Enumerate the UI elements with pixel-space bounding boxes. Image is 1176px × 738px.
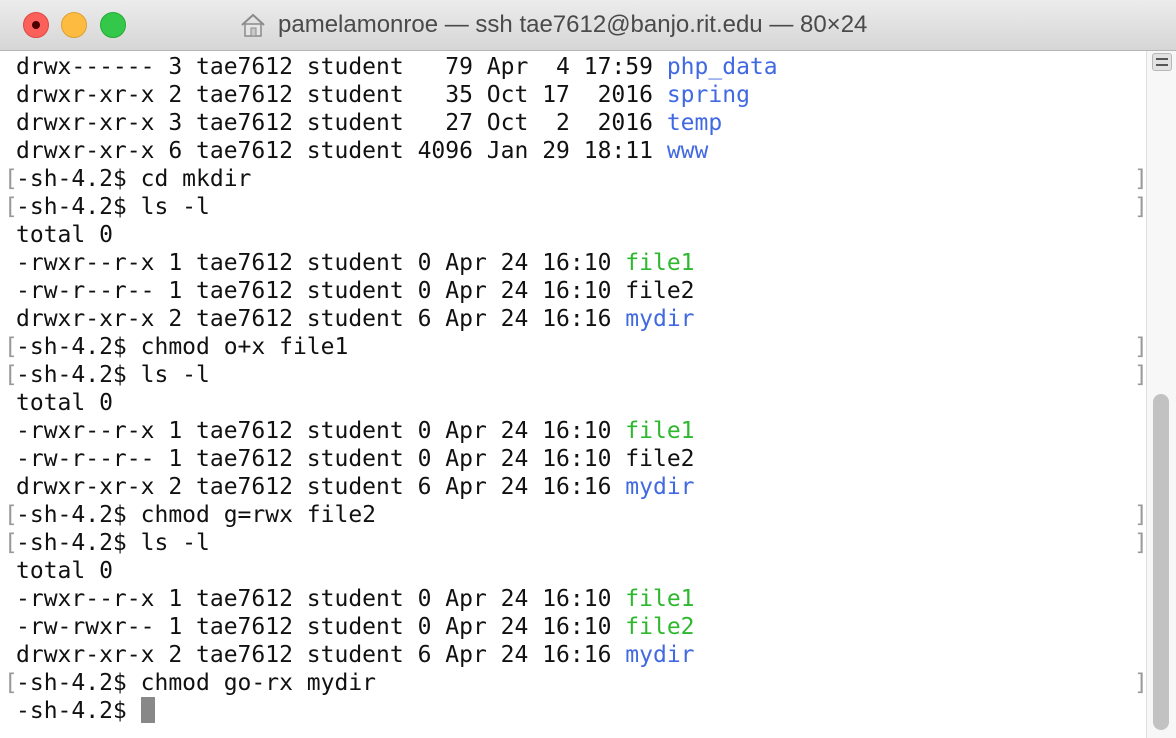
command-text: -sh-4.2$ ls -l bbox=[16, 194, 210, 220]
command-text: -sh-4.2$ chmod go-rx mydir bbox=[16, 670, 377, 696]
output-line: drwxr-xr-x 6 tae7612 student 4096 Jan 29… bbox=[0, 137, 1146, 165]
output-line: total 0 bbox=[0, 389, 1146, 417]
line-text: -rw-r--r-- 1 tae7612 student 0 Apr 24 16… bbox=[16, 445, 695, 473]
zoom-button[interactable] bbox=[100, 12, 126, 38]
line-text: -rwxr--r-x 1 tae7612 student 0 Apr 24 16… bbox=[16, 585, 695, 613]
command-text: -sh-4.2$ cd mkdir bbox=[16, 166, 252, 192]
command-line: [] -sh-4.2$ cd mkdir bbox=[0, 165, 1148, 193]
title-bar[interactable]: pamelamonroe — ssh tae7612@banjo.rit.edu… bbox=[0, 0, 1176, 51]
listing-text: total 0 bbox=[16, 222, 113, 248]
listing-text: -rwxr--r-x 1 tae7612 student 0 Apr 24 16… bbox=[16, 586, 626, 612]
line-text: drwxr-xr-x 2 tae7612 student 6 Apr 24 16… bbox=[16, 473, 695, 501]
listing-text: -rwxr--r-x 1 tae7612 student 0 Apr 24 16… bbox=[16, 250, 626, 276]
file-name: file1 bbox=[625, 418, 695, 444]
command-line: [] -sh-4.2$ chmod g=rwx file2 bbox=[0, 501, 1148, 529]
output-line: drwx------ 3 tae7612 student 79 Apr 4 17… bbox=[0, 53, 1146, 81]
line-text: drwxr-xr-x 2 tae7612 student 35 Oct 17 2… bbox=[16, 81, 750, 109]
listing-text: -rw-rwxr-- 1 tae7612 student 0 Apr 24 16… bbox=[16, 614, 626, 640]
command-line: [] -sh-4.2$ ls -l bbox=[0, 193, 1148, 221]
split-pane-button[interactable] bbox=[1152, 53, 1172, 71]
line-text: -rwxr--r-x 1 tae7612 student 0 Apr 24 16… bbox=[16, 249, 695, 277]
command-text: -sh-4.2$ chmod o+x file1 bbox=[16, 334, 349, 360]
output-line: -rwxr--r-x 1 tae7612 student 0 Apr 24 16… bbox=[0, 585, 1146, 613]
listing-text: total 0 bbox=[16, 390, 113, 416]
listing-text: total 0 bbox=[16, 558, 113, 584]
output-line: drwxr-xr-x 2 tae7612 student 6 Apr 24 16… bbox=[0, 305, 1146, 333]
line-text: -sh-4.2$ ls -l bbox=[16, 361, 210, 389]
file-name: file1 bbox=[625, 250, 695, 276]
file-name: file2 bbox=[625, 614, 695, 640]
output-line: -rw-rwxr-- 1 tae7612 student 0 Apr 24 16… bbox=[0, 613, 1146, 641]
line-text: -sh-4.2$ ls -l bbox=[16, 193, 210, 221]
line-text: -sh-4.2$ chmod go-rx mydir bbox=[16, 669, 376, 697]
file-name: file2 bbox=[625, 446, 695, 472]
command-text: -sh-4.2$ ls -l bbox=[16, 530, 210, 556]
output-line: drwxr-xr-x 2 tae7612 student 6 Apr 24 16… bbox=[0, 641, 1146, 669]
file-name: php_data bbox=[666, 54, 778, 80]
output-line: -rwxr--r-x 1 tae7612 student 0 Apr 24 16… bbox=[0, 249, 1146, 277]
terminal-output[interactable]: drwx------ 3 tae7612 student 79 Apr 4 17… bbox=[0, 51, 1148, 738]
listing-text: -rw-r--r-- 1 tae7612 student 0 Apr 24 16… bbox=[16, 446, 626, 472]
scrollbar-thumb[interactable] bbox=[1153, 394, 1169, 730]
line-text: -sh-4.2$ cd mkdir bbox=[16, 165, 251, 193]
close-button[interactable] bbox=[23, 12, 49, 38]
command-line: [] -sh-4.2$ chmod go-rx mydir bbox=[0, 669, 1148, 697]
file-name: file1 bbox=[625, 586, 695, 612]
file-name: mydir bbox=[625, 474, 695, 500]
line-text: total 0 bbox=[16, 557, 113, 585]
minimize-button[interactable] bbox=[61, 12, 87, 38]
command-line: [] -sh-4.2$ ls -l bbox=[0, 529, 1148, 557]
window-title-group: pamelamonroe — ssh tae7612@banjo.rit.edu… bbox=[240, 10, 867, 40]
line-text: drwxr-xr-x 3 tae7612 student 27 Oct 2 20… bbox=[16, 109, 722, 137]
line-text: -rw-rwxr-- 1 tae7612 student 0 Apr 24 16… bbox=[16, 613, 695, 641]
line-text: -sh-4.2$ ls -l bbox=[16, 529, 210, 557]
output-line: drwxr-xr-x 2 tae7612 student 6 Apr 24 16… bbox=[0, 473, 1146, 501]
line-text: -sh-4.2$ bbox=[16, 697, 155, 725]
file-name: mydir bbox=[625, 306, 695, 332]
command-line: [] -sh-4.2$ ls -l bbox=[0, 361, 1148, 389]
listing-text: drwxr-xr-x 2 tae7612 student 6 Apr 24 16… bbox=[16, 474, 626, 500]
listing-text: drwxr-xr-x 2 tae7612 student 6 Apr 24 16… bbox=[16, 642, 626, 668]
home-folder-icon bbox=[241, 13, 265, 37]
listing-text: drwxr-xr-x 2 tae7612 student 35 Oct 17 2… bbox=[16, 82, 667, 108]
listing-text: drwxr-xr-x 3 tae7612 student 27 Oct 2 20… bbox=[16, 110, 667, 136]
prompt-text: -sh-4.2$ bbox=[16, 698, 141, 724]
line-text: -sh-4.2$ chmod g=rwx file2 bbox=[16, 501, 376, 529]
output-line: drwxr-xr-x 2 tae7612 student 35 Oct 17 2… bbox=[0, 81, 1146, 109]
line-text: drwxr-xr-x 2 tae7612 student 6 Apr 24 16… bbox=[16, 641, 695, 669]
file-name: mydir bbox=[625, 642, 695, 668]
output-line: drwxr-xr-x 3 tae7612 student 27 Oct 2 20… bbox=[0, 109, 1146, 137]
line-text: drwxr-xr-x 6 tae7612 student 4096 Jan 29… bbox=[16, 137, 708, 165]
current-prompt-line[interactable]: -sh-4.2$ bbox=[0, 697, 1146, 725]
line-text: total 0 bbox=[16, 221, 113, 249]
file-name: file2 bbox=[625, 278, 695, 304]
file-name: www bbox=[666, 138, 709, 164]
output-line: -rwxr--r-x 1 tae7612 student 0 Apr 24 16… bbox=[0, 417, 1146, 445]
file-name: spring bbox=[666, 82, 750, 108]
output-line: total 0 bbox=[0, 557, 1146, 585]
listing-text: -rw-r--r-- 1 tae7612 student 0 Apr 24 16… bbox=[16, 278, 626, 304]
line-text: drwx------ 3 tae7612 student 79 Apr 4 17… bbox=[16, 53, 778, 81]
output-line: -rw-r--r-- 1 tae7612 student 0 Apr 24 16… bbox=[0, 445, 1146, 473]
line-text: -rw-r--r-- 1 tae7612 student 0 Apr 24 16… bbox=[16, 277, 695, 305]
listing-text: drwxr-xr-x 6 tae7612 student 4096 Jan 29… bbox=[16, 138, 667, 164]
listing-text: drwx------ 3 tae7612 student 79 Apr 4 17… bbox=[16, 54, 667, 80]
line-text: -sh-4.2$ chmod o+x file1 bbox=[16, 333, 348, 361]
file-name: temp bbox=[666, 110, 723, 136]
output-line: total 0 bbox=[0, 221, 1146, 249]
terminal-window: pamelamonroe — ssh tae7612@banjo.rit.edu… bbox=[0, 0, 1176, 738]
line-text: drwxr-xr-x 2 tae7612 student 6 Apr 24 16… bbox=[16, 305, 695, 333]
text-cursor bbox=[140, 697, 155, 723]
command-line: [] -sh-4.2$ chmod o+x file1 bbox=[0, 333, 1148, 361]
command-text: -sh-4.2$ chmod g=rwx file2 bbox=[16, 502, 377, 528]
line-text: -rwxr--r-x 1 tae7612 student 0 Apr 24 16… bbox=[16, 417, 695, 445]
window-title: pamelamonroe — ssh tae7612@banjo.rit.edu… bbox=[278, 11, 868, 38]
output-line: -rw-r--r-- 1 tae7612 student 0 Apr 24 16… bbox=[0, 277, 1146, 305]
listing-text: drwxr-xr-x 2 tae7612 student 6 Apr 24 16… bbox=[16, 306, 626, 332]
command-text: -sh-4.2$ ls -l bbox=[16, 362, 210, 388]
listing-text: -rwxr--r-x 1 tae7612 student 0 Apr 24 16… bbox=[16, 418, 626, 444]
line-text: total 0 bbox=[16, 389, 113, 417]
